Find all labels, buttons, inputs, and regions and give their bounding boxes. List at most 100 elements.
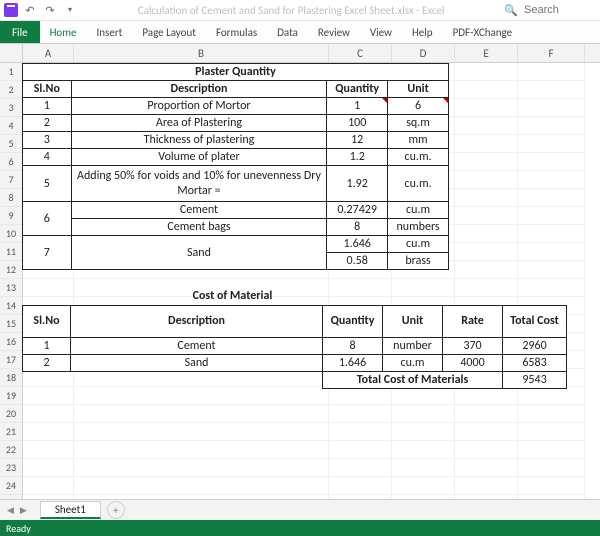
row-header[interactable]: 6: [0, 153, 23, 171]
cell[interactable]: [518, 477, 585, 495]
cell[interactable]: [329, 423, 392, 441]
row-header[interactable]: 5: [0, 135, 23, 153]
col-header-b[interactable]: B: [74, 44, 329, 62]
cell[interactable]: [392, 423, 455, 441]
ribbon-tab-pdfxchange[interactable]: PDF-XChange: [443, 21, 523, 43]
row-header[interactable]: 7: [0, 171, 23, 189]
row-header[interactable]: 21: [0, 423, 23, 441]
row-header[interactable]: 13: [0, 279, 23, 297]
ribbon-tab-data[interactable]: Data: [267, 21, 308, 43]
search-input[interactable]: [522, 3, 596, 17]
col-header-e[interactable]: E: [455, 44, 518, 62]
cell[interactable]: [518, 459, 585, 477]
row-header[interactable]: 14: [0, 297, 23, 315]
cell[interactable]: [329, 387, 392, 405]
ribbon-tab-home[interactable]: Home: [40, 21, 87, 43]
ribbon-tab-page-layout[interactable]: Page Layout: [132, 21, 206, 43]
cell[interactable]: [23, 477, 74, 495]
tab-nav-arrows[interactable]: ◀ ▶: [0, 505, 34, 516]
cell[interactable]: [455, 477, 518, 495]
cell[interactable]: [518, 423, 585, 441]
add-sheet-button[interactable]: +: [107, 501, 125, 519]
cell[interactable]: [74, 387, 329, 405]
cell[interactable]: [455, 441, 518, 459]
t1-h-desc: Description: [71, 81, 327, 98]
row-header[interactable]: 22: [0, 441, 23, 459]
cell[interactable]: [23, 423, 74, 441]
cell[interactable]: [392, 405, 455, 423]
cell[interactable]: [455, 387, 518, 405]
row-header[interactable]: 9: [0, 207, 23, 225]
ribbon-tab-review[interactable]: Review: [308, 21, 360, 43]
cell[interactable]: [392, 459, 455, 477]
sheet-tab[interactable]: Sheet1: [40, 501, 101, 519]
col-header-f[interactable]: F: [518, 44, 585, 62]
cell[interactable]: [455, 423, 518, 441]
cell[interactable]: [392, 441, 455, 459]
cell[interactable]: [455, 405, 518, 423]
row-header[interactable]: 1: [0, 63, 23, 81]
row-header[interactable]: 17: [0, 351, 23, 369]
row-header[interactable]: 3: [0, 99, 23, 117]
redo-button[interactable]: ↷: [42, 2, 58, 18]
ribbon-tab-insert[interactable]: Insert: [87, 21, 133, 43]
row-header[interactable]: 20: [0, 405, 23, 423]
total-value[interactable]: 9543: [503, 371, 567, 388]
table-row: 1 Cement 8 number 370 2960: [23, 337, 567, 354]
cell[interactable]: [74, 459, 329, 477]
cell[interactable]: [518, 405, 585, 423]
cell[interactable]: [329, 477, 392, 495]
row-header[interactable]: 12: [0, 261, 23, 279]
row-header[interactable]: 23: [0, 459, 23, 477]
row-header[interactable]: 18: [0, 369, 23, 387]
column-headers: A B C D E F: [0, 44, 600, 63]
ribbon-tab-help[interactable]: Help: [402, 21, 443, 43]
select-all-corner[interactable]: [0, 44, 23, 62]
cell[interactable]: [329, 459, 392, 477]
row-header[interactable]: 16: [0, 333, 23, 351]
row-header[interactable]: 11: [0, 243, 23, 261]
row-header[interactable]: 19: [0, 387, 23, 405]
qat-dropdown[interactable]: ▾: [62, 2, 78, 18]
table-row: 2 Area of Plastering 100 sq.m: [23, 115, 449, 132]
t2-h-rate: Rate: [443, 305, 503, 337]
row-header[interactable]: 24: [0, 477, 23, 495]
cell[interactable]: [23, 387, 74, 405]
col-header-d[interactable]: D: [392, 44, 455, 62]
cell[interactable]: [455, 459, 518, 477]
table-row: 1 Proportion of Mortor 1 6: [23, 98, 449, 115]
col-header-c[interactable]: C: [329, 44, 392, 62]
cell[interactable]: [23, 405, 74, 423]
save-icon[interactable]: [4, 3, 18, 17]
chevron-right-icon[interactable]: ▶: [17, 505, 30, 516]
cell[interactable]: [518, 387, 585, 405]
row-header[interactable]: 2: [0, 81, 23, 99]
cell[interactable]: [518, 441, 585, 459]
cell[interactable]: [392, 387, 455, 405]
chevron-left-icon[interactable]: ◀: [4, 505, 17, 516]
table-row: 2 Sand 1.646 cu.m 4000 6583: [23, 354, 567, 371]
total-label: Total Cost of Materials: [323, 371, 503, 388]
cell[interactable]: [392, 477, 455, 495]
ribbon-tab-formulas[interactable]: Formulas: [206, 21, 267, 43]
cell[interactable]: [23, 459, 74, 477]
cell[interactable]: [74, 477, 329, 495]
table-row: 7 Sand 1.646 cu.m: [23, 236, 449, 253]
cell[interactable]: [74, 405, 329, 423]
cell[interactable]: [329, 441, 392, 459]
grid[interactable]: 1234567891011121314151617181920212223242…: [0, 63, 600, 513]
row-header[interactable]: 15: [0, 315, 23, 333]
ribbon-tab-view[interactable]: View: [360, 21, 402, 43]
t2-h-total: Total Cost: [503, 305, 567, 337]
cell[interactable]: [74, 423, 329, 441]
cell[interactable]: [23, 441, 74, 459]
cell[interactable]: [74, 441, 329, 459]
row-header[interactable]: 10: [0, 225, 23, 243]
status-bar: Ready: [0, 520, 600, 536]
col-header-a[interactable]: A: [23, 44, 74, 62]
undo-button[interactable]: ↶: [22, 2, 38, 18]
cell[interactable]: [329, 405, 392, 423]
row-header[interactable]: 8: [0, 189, 23, 207]
ribbon-file[interactable]: File: [0, 21, 40, 43]
row-header[interactable]: 4: [0, 117, 23, 135]
